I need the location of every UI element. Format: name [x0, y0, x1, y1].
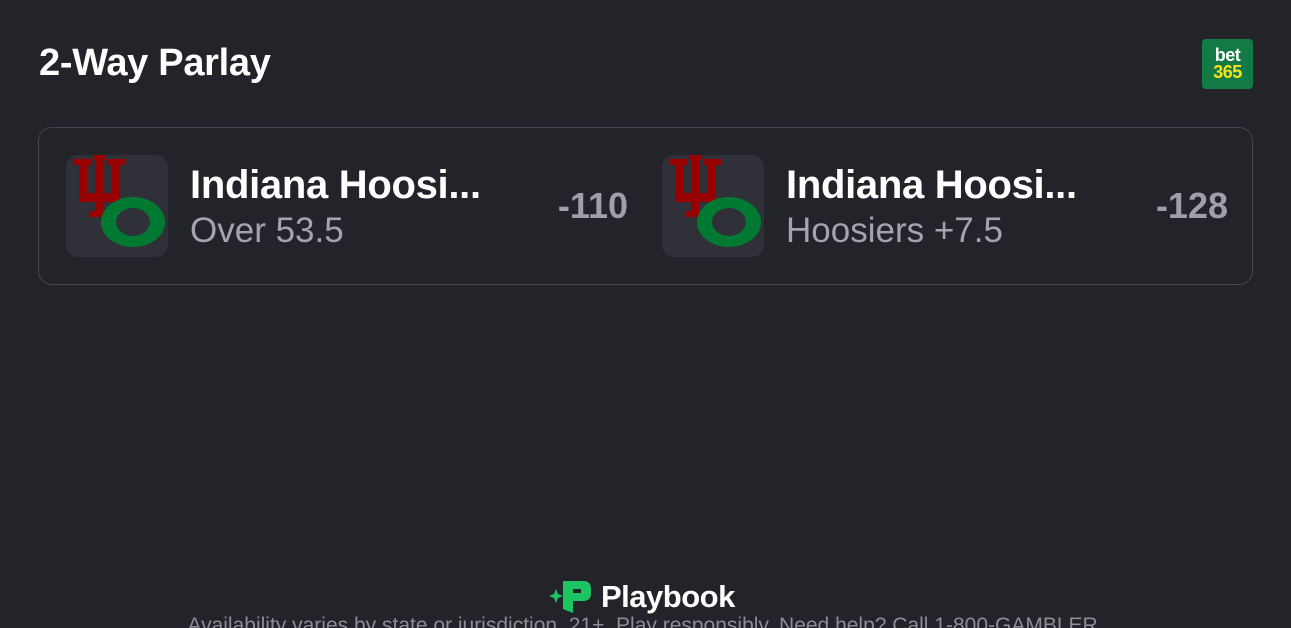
playbook-wordmark: Playbook: [601, 579, 735, 614]
parlay-card[interactable]: Indiana Hoosi... Over 53.5 -110 Indiana …: [38, 127, 1253, 285]
page-title: 2-Way Parlay: [39, 42, 271, 84]
playbook-logo[interactable]: Playbook: [549, 578, 735, 616]
bet365-logo[interactable]: bet 365: [1202, 39, 1253, 89]
playbook-icon: [549, 581, 591, 613]
matchup-logo-icon: [66, 155, 168, 257]
brand-line-2: 365: [1213, 62, 1242, 82]
matchup-logo-icon: [662, 155, 764, 257]
team-name: Indiana Hoosi...: [786, 163, 1077, 207]
selection-label: Hoosiers +7.5: [786, 211, 1003, 250]
odds-value: -110: [557, 185, 628, 226]
legal-disclaimer: Availability varies by state or jurisdic…: [187, 614, 1104, 628]
odds-value: -128: [1155, 185, 1228, 226]
parlay-leg[interactable]: Indiana Hoosi... Over 53.5 -110: [66, 155, 628, 257]
selection-label: Over 53.5: [190, 211, 344, 250]
team-name: Indiana Hoosi...: [190, 163, 481, 207]
parlay-widget: 2-Way Parlay bet 365 Indiana Hoosi... Ov…: [0, 0, 1291, 628]
parlay-leg[interactable]: Indiana Hoosi... Hoosiers +7.5 -128: [662, 155, 1228, 257]
